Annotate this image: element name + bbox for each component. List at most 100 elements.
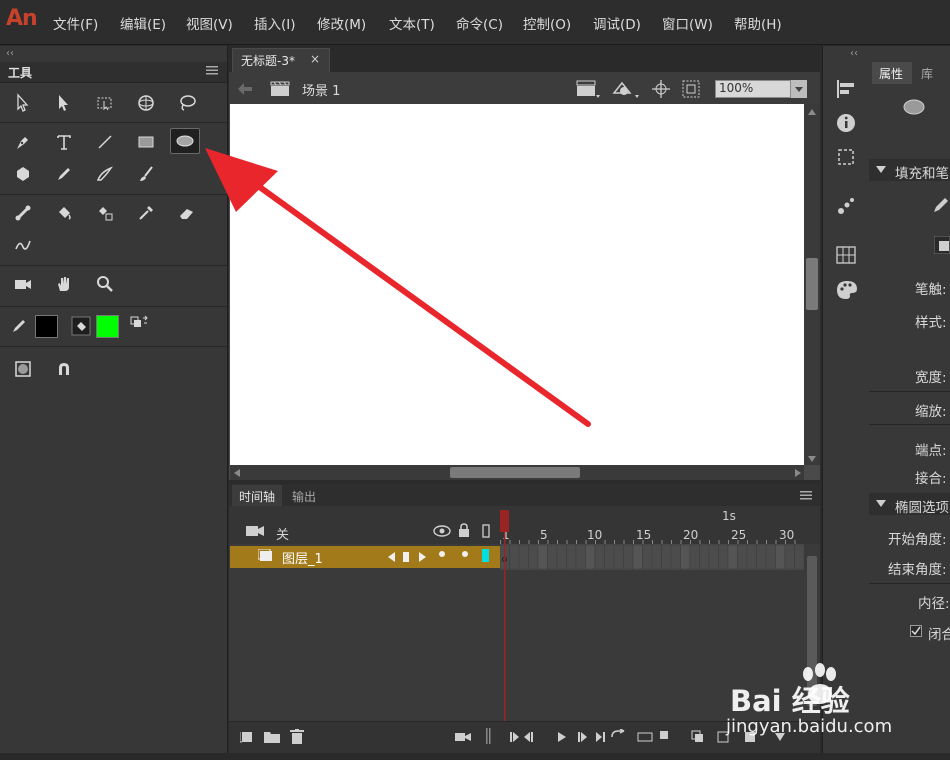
stroke-color-swatch[interactable] [35, 315, 58, 338]
rectangle-tool-icon[interactable] [131, 129, 161, 155]
playback-controls-icon[interactable] [508, 731, 608, 743]
vertical-scroll-thumb[interactable] [806, 258, 818, 310]
camera-layer-icon[interactable] [245, 523, 267, 539]
subselection-tool-icon[interactable] [8, 90, 38, 116]
line-tool-icon[interactable] [90, 129, 120, 155]
tools-panel-title: 工具 [8, 66, 33, 80]
chevron-down-icon[interactable] [876, 500, 886, 508]
tab-properties-label: 属性 [879, 67, 904, 81]
edit-scene-icon[interactable] [576, 79, 602, 99]
stage-canvas[interactable] [230, 104, 804, 465]
fill-color-icon [66, 313, 96, 339]
menu-modify[interactable]: 修改(M) [317, 13, 366, 33]
scroll-right-icon[interactable] [794, 468, 802, 478]
menu-text[interactable]: 文本(T) [389, 13, 435, 33]
zoom-tool-icon[interactable] [90, 271, 120, 297]
menu-insert[interactable]: 插入(I) [254, 13, 296, 33]
swap-colors-icon[interactable] [124, 311, 154, 337]
panel-menu-icon[interactable] [206, 65, 218, 75]
menu-control[interactable]: 控制(O) [523, 13, 571, 33]
new-folder-icon[interactable] [264, 730, 280, 743]
center-stage-icon[interactable] [652, 80, 670, 98]
delete-layer-icon[interactable] [290, 729, 304, 744]
pencil-tool-icon[interactable] [49, 161, 79, 187]
layer-outline-color[interactable] [482, 549, 489, 562]
object-drawing-icon[interactable] [8, 356, 38, 382]
menu-edit[interactable]: 编辑(E) [120, 13, 166, 33]
3d-rotation-tool-icon[interactable] [131, 90, 161, 116]
eye-icon[interactable] [433, 525, 451, 537]
keyframe-nav-icon[interactable] [387, 550, 427, 564]
swatches-icon[interactable] [836, 246, 856, 264]
width-label: 宽度: [915, 370, 947, 386]
scroll-up-icon[interactable] [807, 108, 817, 116]
chevron-down-icon[interactable] [790, 80, 807, 98]
playhead[interactable] [500, 510, 509, 721]
scene-label: 场景 1 [302, 84, 341, 99]
outline-icon[interactable] [482, 524, 490, 538]
camera-toggle-label[interactable]: 关 [276, 524, 289, 543]
width-tool-icon[interactable] [8, 232, 38, 258]
new-layer-icon[interactable] [240, 730, 254, 744]
motion-presets-icon[interactable] [836, 196, 856, 216]
ink-bottle-tool-icon[interactable] [90, 200, 120, 226]
back-arrow-icon[interactable] [238, 83, 252, 95]
menu-commands[interactable]: 命令(C) [456, 13, 503, 33]
props-divider [869, 583, 950, 584]
edit-symbols-icon[interactable] [612, 79, 642, 99]
transform-icon[interactable] [836, 147, 856, 167]
chevron-down-icon[interactable] [876, 166, 886, 174]
lock-icon[interactable] [458, 523, 470, 538]
tools-panel-header [0, 62, 227, 83]
layer-visible-dot[interactable] [439, 551, 445, 557]
selection-tool-icon[interactable] [49, 90, 79, 116]
brush-tool-icon[interactable] [131, 161, 161, 187]
props-divider [869, 424, 950, 425]
pen-tool-icon[interactable] [8, 129, 38, 155]
menu-help[interactable]: 帮助(H) [734, 13, 782, 33]
fill-color-swatch[interactable] [96, 315, 119, 338]
collapse-icon[interactable]: ‹‹ [850, 48, 858, 59]
camera-button-icon[interactable] [455, 731, 471, 743]
info-icon[interactable] [836, 113, 856, 133]
snap-to-objects-icon[interactable] [49, 356, 79, 382]
tab-output[interactable]: 输出 [292, 488, 316, 505]
collapse-icon[interactable]: ‹‹ [6, 48, 14, 59]
menu-view[interactable]: 视图(V) [186, 13, 233, 33]
fill-bucket-icon[interactable] [934, 236, 950, 254]
polystar-tool-icon[interactable] [8, 161, 38, 187]
divider-icon [486, 728, 491, 744]
close-icon[interactable]: × [310, 52, 320, 66]
tab-library[interactable]: 库 [921, 65, 933, 82]
lasso-tool-icon[interactable] [172, 90, 202, 116]
clip-content-icon[interactable] [682, 80, 700, 98]
horizontal-scroll-thumb[interactable] [450, 467, 580, 478]
layer-lock-dot[interactable] [462, 551, 468, 557]
paint-brush-tool-icon[interactable] [90, 161, 120, 187]
stroke-pencil-icon[interactable] [932, 196, 950, 214]
oval-tool-icon[interactable] [170, 128, 200, 154]
camera-tool-icon[interactable] [8, 271, 38, 297]
tools-divider [0, 306, 227, 307]
close-path-checkbox[interactable] [910, 625, 922, 637]
menu-window[interactable]: 窗口(W) [662, 13, 713, 33]
paint-bucket-tool-icon[interactable] [49, 200, 79, 226]
eraser-tool-icon[interactable] [172, 200, 202, 226]
text-tool-icon[interactable] [49, 129, 79, 155]
oval-preview-icon [903, 99, 925, 115]
panel-menu-icon[interactable] [800, 490, 812, 500]
layer-name[interactable]: 图层_1 [282, 548, 323, 567]
free-transform-tool-icon[interactable] [90, 90, 120, 116]
menu-debug[interactable]: 调试(D) [593, 13, 641, 33]
scroll-down-icon[interactable] [807, 455, 817, 463]
bone-tool-icon[interactable] [8, 200, 38, 226]
hand-tool-icon[interactable] [49, 271, 79, 297]
color-palette-icon[interactable] [836, 280, 858, 300]
scroll-left-icon[interactable] [233, 468, 241, 478]
loop-onion-skin-icon[interactable] [610, 729, 670, 745]
timeline-tab-bar [229, 484, 820, 506]
layer-icon [258, 549, 272, 561]
eyedropper-tool-icon[interactable] [131, 200, 161, 226]
menu-file[interactable]: 文件(F) [53, 13, 98, 33]
align-icon[interactable] [836, 80, 856, 98]
